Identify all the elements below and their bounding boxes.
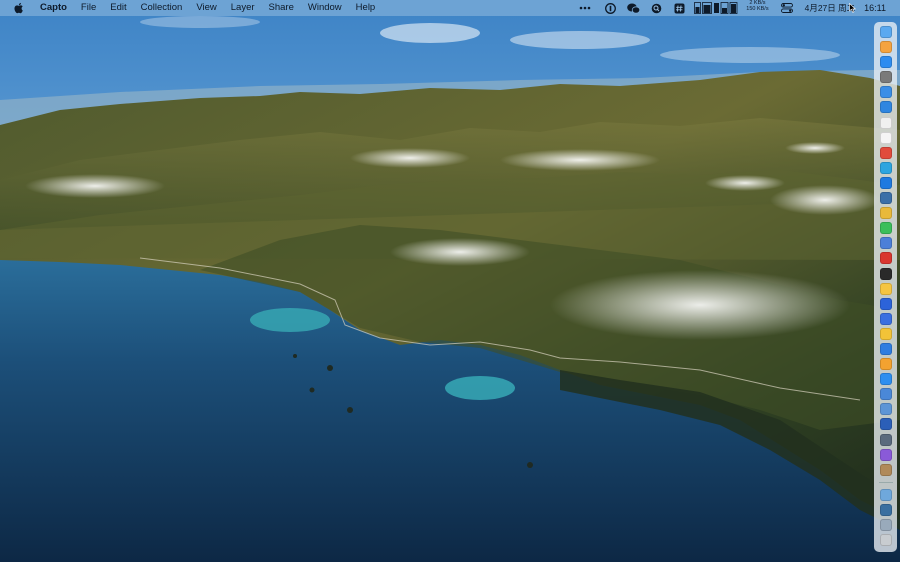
mail-icon[interactable] xyxy=(879,86,892,99)
desktop-wallpaper xyxy=(0,0,900,562)
app-store-icon[interactable] xyxy=(879,56,892,69)
network-down: 150 KB/s xyxy=(746,6,769,12)
wechat-status-icon[interactable] xyxy=(627,0,641,16)
keychain-icon[interactable] xyxy=(879,463,892,476)
menu-window[interactable]: Window xyxy=(308,0,342,16)
menu-edit[interactable]: Edit xyxy=(110,0,126,16)
colorful-app-icon[interactable] xyxy=(879,448,892,461)
reminders-icon[interactable] xyxy=(879,116,892,129)
word-icon[interactable] xyxy=(879,418,892,431)
menu-layer[interactable]: Layer xyxy=(231,0,255,16)
menu-collection[interactable]: Collection xyxy=(141,0,183,16)
app-name-menu[interactable]: Capto xyxy=(40,0,67,16)
preview-icon[interactable] xyxy=(879,403,892,416)
dev-tool-icon[interactable] xyxy=(879,388,892,401)
dock-separator xyxy=(878,481,893,483)
network-icon[interactable] xyxy=(879,192,892,205)
calendar-icon[interactable] xyxy=(879,131,892,144)
capture-icon[interactable] xyxy=(879,327,892,340)
date-label[interactable]: 4月27日 周二 xyxy=(805,0,856,16)
cursor-icon xyxy=(849,0,857,16)
bear-icon[interactable] xyxy=(879,146,892,159)
app-menu: Capto File Edit Collection View Layer Sh… xyxy=(40,0,389,16)
search-icon[interactable] xyxy=(651,0,662,16)
hashtag-icon[interactable] xyxy=(674,0,685,16)
translate-icon[interactable] xyxy=(879,312,892,325)
notes-icon[interactable] xyxy=(879,282,892,295)
menu-file[interactable]: File xyxy=(81,0,96,16)
clock[interactable]: 16:11 xyxy=(864,0,886,16)
flag-app-icon[interactable] xyxy=(879,252,892,265)
menu-view[interactable]: View xyxy=(196,0,216,16)
screen-icon[interactable] xyxy=(879,503,892,516)
status-area: 2 KB/s 150 KB/s 4月27日 周二 16:11 xyxy=(572,0,900,16)
terminal-icon[interactable] xyxy=(879,267,892,280)
network-speed[interactable]: 2 KB/s 150 KB/s xyxy=(746,0,768,16)
xcode-icon[interactable] xyxy=(879,176,892,189)
trash-icon[interactable] xyxy=(879,534,892,547)
apple-menu-icon[interactable] xyxy=(14,2,24,14)
emoji-app-icon[interactable] xyxy=(879,358,892,371)
dock xyxy=(874,22,897,552)
one-password-icon[interactable] xyxy=(605,0,617,16)
more-dots-icon[interactable] xyxy=(579,0,591,16)
pen-app-icon[interactable] xyxy=(879,342,892,355)
grid-app-icon[interactable] xyxy=(879,433,892,446)
cpu-meter-icon[interactable] xyxy=(694,0,738,16)
menu-share[interactable]: Share xyxy=(269,0,294,16)
vpn-icon[interactable] xyxy=(879,237,892,250)
downloads-icon[interactable] xyxy=(879,519,892,531)
browser-icon[interactable] xyxy=(879,373,892,386)
folder-icon[interactable] xyxy=(879,488,892,501)
photos-icon[interactable] xyxy=(879,41,892,54)
telegram-icon[interactable] xyxy=(879,161,892,174)
finder-icon[interactable] xyxy=(879,26,892,38)
wechat-icon[interactable] xyxy=(879,222,892,235)
safari-icon[interactable] xyxy=(879,101,892,114)
butterfly-app-icon[interactable] xyxy=(879,297,892,310)
control-center-icon[interactable] xyxy=(780,0,793,16)
menu-help[interactable]: Help xyxy=(356,0,376,16)
system-preferences-icon[interactable] xyxy=(879,71,892,84)
menu-bar: Capto File Edit Collection View Layer Sh… xyxy=(0,0,900,16)
chrome-icon[interactable] xyxy=(879,207,892,220)
